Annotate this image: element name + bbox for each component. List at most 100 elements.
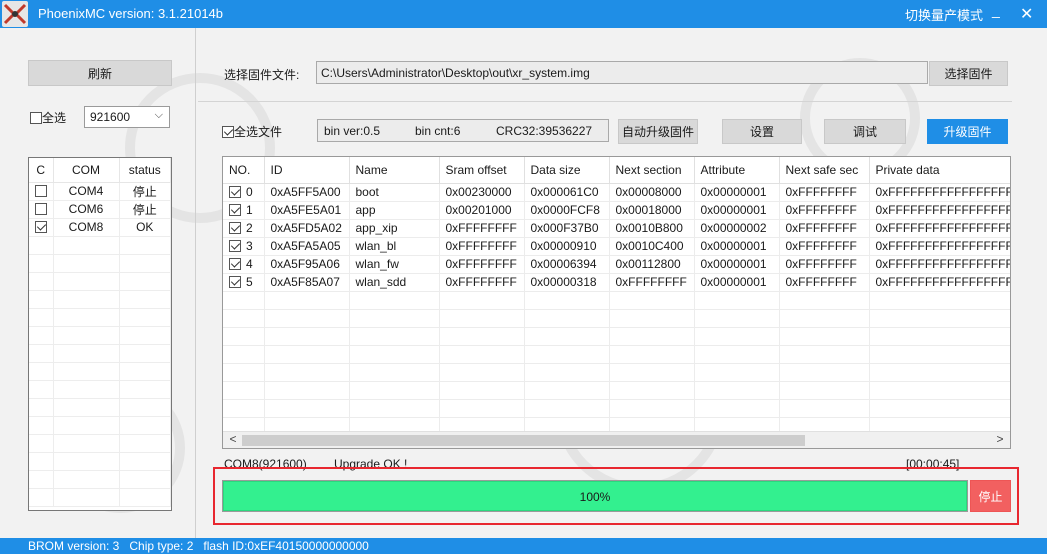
section-checkbox[interactable] [229, 186, 241, 198]
port-checkbox[interactable] [34, 221, 47, 233]
port-checkbox[interactable] [34, 203, 47, 215]
auto-upgrade-button[interactable]: 自动升级固件 [618, 119, 698, 144]
section-size: 0x000F37B0 [524, 219, 610, 238]
empty-port-row [29, 398, 171, 417]
section-no: 5 [246, 275, 253, 289]
section-name: app_xip [349, 219, 440, 238]
port-com: COM6 [53, 200, 120, 219]
bin-count: bin cnt:6 [415, 123, 461, 138]
section-safe: 0xFFFFFFFF [779, 273, 870, 292]
section-row[interactable]: 2 0xA5FD5A02 app_xip 0xFFFFFFFF 0x000F37B0 0x… [223, 219, 1010, 238]
com-port-row[interactable]: COM6 停止 [29, 200, 171, 219]
section-no: 1 [246, 203, 253, 217]
upgrade-firmware-button[interactable]: 升级固件 [927, 119, 1008, 144]
section-checkbox[interactable] [229, 222, 241, 234]
empty-section-row [223, 291, 1010, 310]
select-all-ports-checkbox[interactable]: 全选 [30, 109, 66, 126]
port-checkbox-cell[interactable] [29, 182, 54, 201]
section-name: wlan_sdd [349, 273, 440, 292]
refresh-button[interactable]: 刷新 [28, 60, 172, 86]
section-attr: 0x00000001 [694, 255, 780, 274]
section-checkbox[interactable] [229, 276, 241, 288]
select-all-ports-label: 全选 [42, 111, 67, 125]
empty-section-row [223, 309, 1010, 328]
section-checkbox[interactable] [229, 258, 241, 270]
section-no-cell[interactable]: 5 [223, 273, 265, 292]
status-bar: BROM version: 3 Chip type: 2 flash ID:0x… [0, 538, 1047, 554]
empty-port-row [29, 488, 171, 507]
select-all-ports-box[interactable] [30, 112, 42, 124]
section-size: 0x0000FCF8 [524, 201, 610, 220]
section-priv: 0xFFFFFFFFFFFFFFFFFF [869, 255, 1010, 274]
port-checkbox-cell[interactable] [29, 200, 54, 219]
com-port-row[interactable]: COM4 停止 [29, 182, 171, 201]
baud-rate-select[interactable]: 921600 ⌵ [84, 106, 170, 128]
scrollbar-thumb[interactable] [242, 435, 805, 446]
column-header[interactable]: Attribute [694, 157, 780, 184]
progress-label: 100% [579, 490, 611, 504]
section-attr: 0x00000001 [694, 237, 780, 256]
port-checkbox[interactable] [34, 185, 47, 197]
section-sram: 0xFFFFFFFF [439, 237, 525, 256]
com-port-table: C COM status COM4 停止 COM6 停止 COM8 OK [28, 157, 172, 511]
section-id: 0xA5FE5A01 [264, 201, 350, 220]
column-header[interactable]: Name [349, 157, 440, 184]
port-checkbox-cell[interactable] [29, 218, 54, 237]
section-sram: 0x00230000 [439, 183, 525, 202]
select-all-files-box[interactable] [222, 126, 234, 138]
bin-version: bin ver:0.5 [324, 123, 381, 138]
browse-firmware-button[interactable]: 选择固件 [929, 61, 1008, 86]
column-header[interactable]: Private data [869, 157, 1010, 184]
section-attr: 0x00000001 [694, 183, 780, 202]
com-port-row[interactable]: COM8 OK [29, 218, 171, 237]
firmware-path-field[interactable]: C:\Users\Administrator\Desktop\out\xr_sy… [316, 61, 928, 84]
column-header[interactable]: Next safe sec [779, 157, 870, 184]
empty-port-row [29, 272, 171, 291]
section-row[interactable]: 1 0xA5FE5A01 app 0x00201000 0x0000FCF8 0x0001… [223, 201, 1010, 220]
section-safe: 0xFFFFFFFF [779, 201, 870, 220]
section-row[interactable]: 0 0xA5FF5A00 boot 0x00230000 0x000061C0 0x000… [223, 183, 1010, 202]
settings-button[interactable]: 设置 [722, 119, 802, 144]
close-icon[interactable]: ✕ [1020, 4, 1033, 24]
column-header[interactable]: ID [264, 157, 350, 184]
section-priv: 0xFFFFFFFFFFFFFFFFFF [869, 219, 1010, 238]
empty-port-row [29, 326, 171, 345]
scroll-right-icon[interactable]: > [992, 432, 1008, 446]
empty-section-row [223, 381, 1010, 400]
minimize-icon[interactable]: _ [992, 2, 1000, 18]
section-sram: 0xFFFFFFFF [439, 255, 525, 274]
mode-switch-button[interactable]: 切换量产模式 [905, 5, 983, 24]
column-header[interactable]: Next section [609, 157, 695, 184]
progress-bar: 100% [222, 480, 968, 512]
section-checkbox[interactable] [229, 240, 241, 252]
port-status: 停止 [119, 200, 171, 219]
stop-button[interactable]: 停止 [970, 480, 1011, 512]
baud-rate-value: 921600 [90, 110, 131, 124]
section-row[interactable]: 4 0xA5F95A06 wlan_fw 0xFFFFFFFF 0x00006394 0x… [223, 255, 1010, 274]
section-row[interactable]: 3 0xA5FA5A05 wlan_bl 0xFFFFFFFF 0x00000910 0x… [223, 237, 1010, 256]
section-sram: 0xFFFFFFFF [439, 273, 525, 292]
column-header[interactable]: Data size [524, 157, 610, 184]
section-row[interactable]: 5 0xA5F85A07 wlan_sdd 0xFFFFFFFF 0x00000318 0… [223, 273, 1010, 292]
section-size: 0x00006394 [524, 255, 610, 274]
section-no: 0 [246, 185, 253, 199]
section-no-cell[interactable]: 3 [223, 237, 265, 256]
section-no-cell[interactable]: 0 [223, 183, 265, 202]
section-no: 3 [246, 239, 253, 253]
scroll-left-icon[interactable]: < [225, 432, 241, 446]
section-no-cell[interactable]: 4 [223, 255, 265, 274]
section-name: wlan_fw [349, 255, 440, 274]
section-divider [198, 101, 1012, 102]
empty-section-row [223, 327, 1010, 346]
section-no-cell[interactable]: 2 [223, 219, 265, 238]
section-name: wlan_bl [349, 237, 440, 256]
horizontal-scrollbar[interactable]: < > [223, 431, 1010, 448]
column-header[interactable]: Sram offset [439, 157, 525, 184]
debug-button[interactable]: 调试 [824, 119, 906, 144]
section-checkbox[interactable] [229, 204, 241, 216]
section-no-cell[interactable]: 1 [223, 201, 265, 220]
empty-port-row [29, 470, 171, 489]
title-bar: PhoenixMC version: 3.1.21014b 切换量产模式 _ ✕ [0, 0, 1047, 28]
select-all-files-checkbox[interactable]: 全选文件 [222, 123, 282, 140]
column-header[interactable]: NO. [223, 157, 265, 184]
